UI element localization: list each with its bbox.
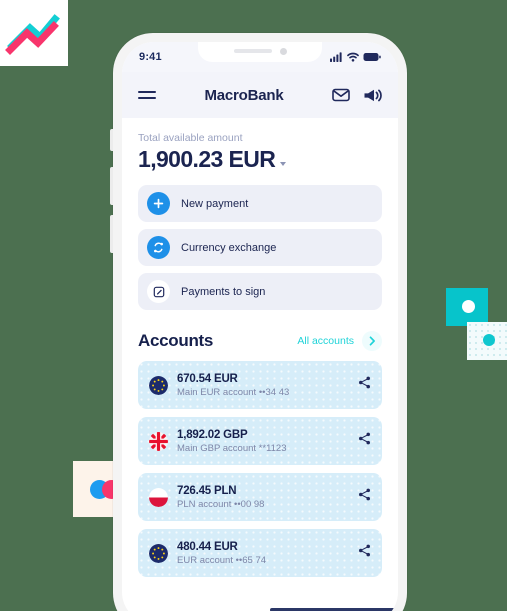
speaker-grille <box>233 49 272 53</box>
account-text: 480.44 EUR EUR account ••65 74 <box>177 541 349 566</box>
currency-exchange-icon <box>147 236 170 259</box>
phone-mockup: 9:41 MacroBank Total available amount 1,… <box>110 33 407 611</box>
megaphone-icon[interactable] <box>363 88 382 103</box>
action-payments-to-sign[interactable]: Payments to sign <box>138 273 382 310</box>
account-amount: 1,892.02 GBP <box>177 428 248 441</box>
account-text: 670.54 EUR Main EUR account ••34 43 <box>177 373 349 398</box>
pl-flag-icon <box>149 487 168 507</box>
status-icons <box>330 52 381 62</box>
action-currency-exchange[interactable]: Currency exchange <box>138 229 382 266</box>
table-row[interactable]: 1,892.02 GBP Main GBP account **1123 <box>138 417 382 465</box>
account-amount: 480.44 EUR <box>177 540 238 553</box>
all-accounts-link[interactable]: All accounts <box>297 335 354 347</box>
hamburger-icon[interactable] <box>138 91 156 99</box>
table-row[interactable]: 480.44 EUR EUR account ••65 74 <box>138 529 382 577</box>
account-subtitle: Main GBP account **1123 <box>177 442 287 454</box>
status-bar: 9:41 <box>122 42 398 72</box>
account-amount: 726.45 PLN <box>177 484 237 497</box>
app-header-actions <box>332 88 382 103</box>
plus-icon <box>147 192 170 215</box>
table-row[interactable]: 726.45 PLN PLN account ••00 98 <box>138 473 382 521</box>
action-label: New payment <box>181 197 249 210</box>
screen-content: Total available amount 1,900.23 EUR New … <box>122 118 398 577</box>
front-camera <box>279 47 287 55</box>
app-header: MacroBank <box>122 72 398 118</box>
eu-flag-icon <box>149 375 168 395</box>
total-available-label: Total available amount <box>138 132 243 144</box>
phone-notch <box>198 42 322 62</box>
phone-volume-down-button[interactable] <box>110 215 113 253</box>
share-icon[interactable] <box>358 432 371 450</box>
accounts-title: Accounts <box>138 331 214 350</box>
accounts-header: Accounts All accounts <box>138 317 382 361</box>
balance-row: 1,900.23 EUR <box>138 144 382 185</box>
all-accounts-link-group: All accounts <box>297 331 382 351</box>
phone-mute-button[interactable] <box>110 129 113 151</box>
edit-icon <box>147 280 170 303</box>
account-amount: 670.54 EUR <box>177 372 238 385</box>
table-row[interactable]: 670.54 EUR Main EUR account ••34 43 <box>138 361 382 409</box>
page-title: MacroBank <box>204 86 284 104</box>
total-balance-amount: 1,900.23 EUR <box>138 146 276 172</box>
share-icon[interactable] <box>358 376 371 394</box>
status-time: 9:41 <box>139 51 162 63</box>
action-label: Payments to sign <box>181 285 266 298</box>
wifi-icon <box>347 52 359 62</box>
share-icon[interactable] <box>358 488 371 506</box>
eu-flag-icon <box>149 543 168 563</box>
teal-square-decoration <box>446 288 488 326</box>
chart-lines-tile <box>0 0 68 66</box>
phone-screen: 9:41 MacroBank Total available amount 1,… <box>122 42 398 611</box>
chevron-right-icon[interactable] <box>362 331 382 351</box>
share-icon[interactable] <box>358 544 371 562</box>
dotted-square-decoration <box>467 322 507 360</box>
chart-lines-icon <box>5 14 60 55</box>
account-text: 1,892.02 GBP Main GBP account **1123 <box>177 429 349 454</box>
phone-volume-up-button[interactable] <box>110 167 113 205</box>
signal-icon <box>330 52 342 62</box>
account-subtitle: Main EUR account ••34 43 <box>177 386 290 398</box>
gb-flag-icon <box>149 431 168 451</box>
account-text: 726.45 PLN PLN account ••00 98 <box>177 485 349 510</box>
dotted-square-dot <box>483 334 495 346</box>
teal-square-dot <box>462 300 475 313</box>
mail-icon[interactable] <box>332 88 350 102</box>
account-subtitle: PLN account ••00 98 <box>177 498 265 510</box>
chevron-down-icon[interactable] <box>280 162 287 166</box>
battery-icon <box>363 53 381 61</box>
action-label: Currency exchange <box>181 241 277 254</box>
account-subtitle: EUR account ••65 74 <box>177 554 267 566</box>
action-new-payment[interactable]: New payment <box>138 185 382 222</box>
